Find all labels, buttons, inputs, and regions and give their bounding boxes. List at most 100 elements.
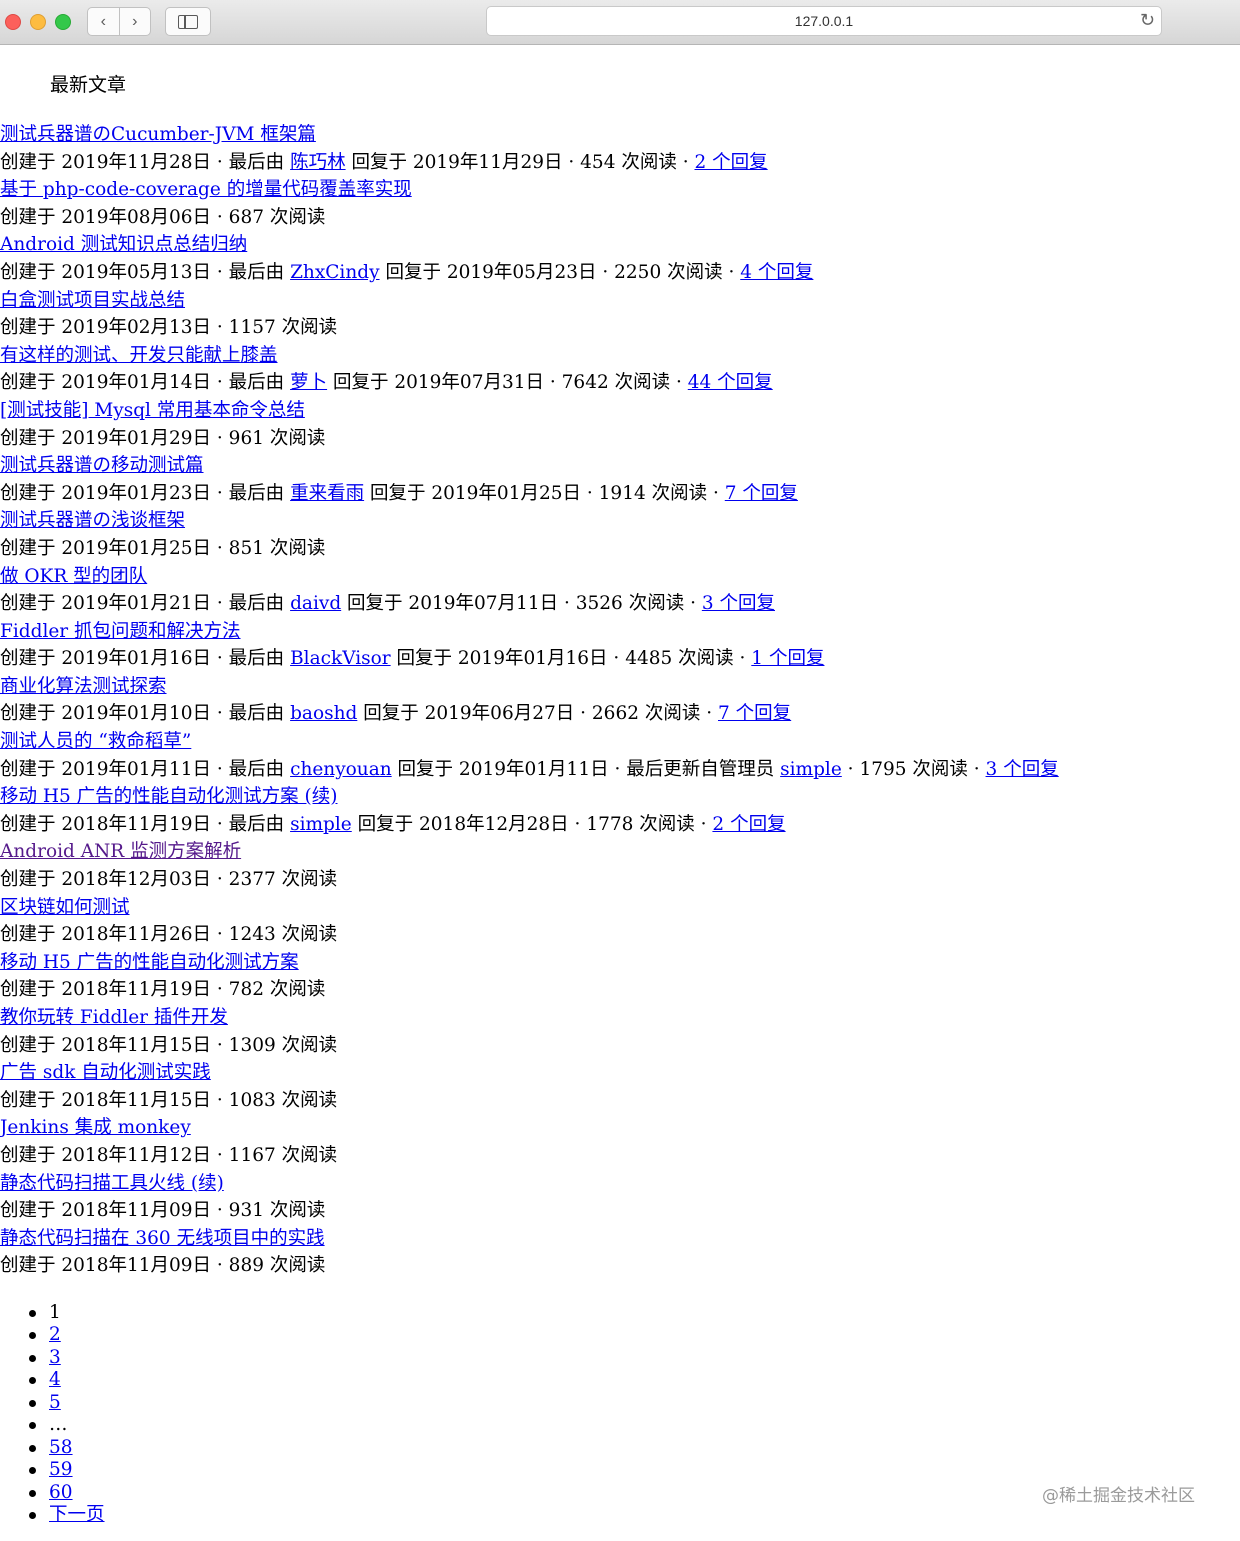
address-bar[interactable]: 127.0.0.1 ↻	[486, 6, 1162, 36]
article-item: 静态代码扫描工具火线 (续) 创建于 2018年11月09日 · 931 次阅读	[0, 1170, 1240, 1225]
pagination-item: 5	[29, 1392, 1240, 1415]
article-title-link[interactable]: 广告 sdk 自动化测试实践	[0, 1062, 211, 1083]
article-title-link[interactable]: 移动 H5 广告的性能自动化测试方案	[0, 952, 299, 973]
pagination-item: 3	[29, 1347, 1240, 1370]
article-title-link[interactable]: Android ANR 监测方案解析	[0, 841, 241, 862]
article-title-link[interactable]: 静态代码扫描工具火线 (续)	[0, 1173, 224, 1194]
reply-count-link[interactable]: 7 个回复	[725, 483, 798, 504]
back-icon[interactable]: ‹	[88, 8, 119, 35]
article-reply-info: 回复于 2019年01月11日 · 最后更新自管理员	[391, 758, 781, 780]
article-item: 广告 sdk 自动化测试实践创建于 2018年11月15日 · 1083 次阅读	[0, 1059, 1240, 1114]
article-meta: 创建于 2019年01月25日 · 851 次阅读	[0, 535, 1240, 563]
page-link[interactable]: 58	[49, 1437, 73, 1458]
article-title-link[interactable]: 基于 php-code-coverage 的增量代码覆盖率实现	[0, 179, 412, 200]
page-link[interactable]: 下一页	[49, 1504, 105, 1525]
article-title-link[interactable]: 测试人员的 “救命稻草”	[0, 731, 191, 752]
article-title-link[interactable]: 做 OKR 型的团队	[0, 566, 147, 587]
page-link[interactable]: 60	[49, 1482, 73, 1503]
article-item: 做 OKR 型的团队 创建于 2019年01月21日 · 最后由 daivd 回复…	[0, 563, 1240, 618]
page-link[interactable]: 59	[49, 1459, 73, 1480]
article-title-link[interactable]: 区块链如何测试	[0, 897, 130, 918]
article-item: 移动 H5 广告的性能自动化测试方案创建于 2018年11月19日 · 782 …	[0, 949, 1240, 1004]
minimize-window-icon[interactable]	[30, 14, 46, 30]
article-title-link[interactable]: 教你玩转 Fiddler 插件开发	[0, 1007, 228, 1028]
reply-count-link[interactable]: 7 个回复	[718, 703, 791, 724]
sidebar-icon	[178, 14, 198, 29]
article-item: [测试技能] Mysql 常用基本命令总结 创建于 2019年01月29日 · 9…	[0, 397, 1240, 452]
article-title-link[interactable]: Jenkins 集成 monkey	[0, 1117, 191, 1138]
reload-icon[interactable]: ↻	[1140, 10, 1155, 31]
article-created: 创建于 2019年01月25日 · 851 次阅读	[0, 537, 326, 559]
last-reply-user-link[interactable]: 重来看雨	[290, 483, 364, 504]
article-title-row: 教你玩转 Fiddler 插件开发	[0, 1004, 1240, 1032]
pagination-item: 59	[29, 1459, 1240, 1482]
article-title-link[interactable]: Android 测试知识点总结归纳	[0, 234, 247, 255]
article-reply-info: 回复于 2019年07月31日 · 7642 次阅读 ·	[327, 372, 688, 394]
article-title-link[interactable]: 移动 H5 广告的性能自动化测试方案 (续)	[0, 786, 337, 807]
page-current: …	[49, 1414, 68, 1436]
admin-user-link[interactable]: simple	[780, 759, 842, 780]
article-title-link[interactable]: 静态代码扫描在 360 无线项目中的实践	[0, 1228, 325, 1249]
article-item: 测试人员的 “救命稻草” 创建于 2019年01月11日 · 最后由 chenyo…	[0, 728, 1240, 783]
reply-count-link[interactable]: 44 个回复	[688, 372, 773, 393]
article-title-link[interactable]: 白盒测试项目实战总结	[0, 290, 185, 311]
page-link[interactable]: 3	[49, 1347, 61, 1368]
article-title-link[interactable]: 商业化算法测试探索	[0, 676, 167, 697]
article-meta: 创建于 2019年11月28日 · 最后由 陈巧林 回复于 2019年11月29…	[0, 149, 1240, 177]
article-reply-info: 回复于 2019年01月16日 · 4485 次阅读 ·	[390, 648, 752, 670]
article-created: 创建于 2019年02月13日 · 1157 次阅读	[0, 317, 338, 339]
page-heading: 最新文章	[50, 74, 127, 96]
article-title-link[interactable]: [测试技能] Mysql 常用基本命令总结	[0, 400, 305, 421]
last-reply-user-link[interactable]: simple	[290, 814, 352, 835]
reply-count-link[interactable]: 3 个回复	[702, 593, 775, 614]
reply-count-link[interactable]: 4 个回复	[740, 262, 813, 283]
close-window-icon[interactable]	[5, 14, 21, 30]
article-created: 创建于 2018年11月09日 · 889 次阅读	[0, 1255, 326, 1277]
article-meta: 创建于 2018年11月12日 · 1167 次阅读	[0, 1142, 1240, 1170]
article-title-row: Jenkins 集成 monkey	[0, 1114, 1240, 1142]
article-item: Fiddler 抓包问题和解决方法 创建于 2019年01月16日 · 最后由 B…	[0, 618, 1240, 673]
article-created: 创建于 2019年11月28日 · 最后由	[0, 151, 291, 173]
article-title-link[interactable]: Fiddler 抓包问题和解决方法	[0, 621, 241, 642]
last-reply-user-link[interactable]: 陈巧林	[290, 152, 346, 173]
last-reply-user-link[interactable]: 萝卜	[290, 372, 327, 393]
page-link[interactable]: 4	[49, 1369, 61, 1390]
pagination-item: …	[29, 1414, 1240, 1437]
article-title-row: 做 OKR 型的团队	[0, 563, 1240, 591]
article-title-link[interactable]: 测试兵器谱の移动测试篇	[0, 455, 204, 476]
last-reply-user-link[interactable]: chenyouan	[290, 759, 392, 780]
article-reply-info: 回复于 2019年07月11日 · 3526 次阅读 ·	[341, 593, 702, 615]
last-reply-user-link[interactable]: daivd	[290, 593, 341, 614]
article-title-row: 测试兵器谱の浅谈框架	[0, 507, 1240, 535]
article-meta: 创建于 2018年11月15日 · 1083 次阅读	[0, 1087, 1240, 1115]
article-item: Android 测试知识点总结归纳 创建于 2019年05月13日 · 最后由 Z…	[0, 231, 1240, 286]
reply-count-link[interactable]: 2 个回复	[695, 152, 768, 173]
article-title-row: 测试兵器谱のCucumber-JVM 框架篇	[0, 121, 1240, 149]
article-item: 白盒测试项目实战总结创建于 2019年02月13日 · 1157 次阅读	[0, 287, 1240, 342]
last-reply-user-link[interactable]: ZhxCindy	[290, 262, 379, 283]
last-reply-user-link[interactable]: BlackVisor	[290, 648, 391, 669]
article-item: 基于 php-code-coverage 的增量代码覆盖率实现 创建于 2019年…	[0, 176, 1240, 231]
article-created: 创建于 2018年11月12日 · 1167 次阅读	[0, 1144, 338, 1166]
article-meta: 创建于 2019年01月10日 · 最后由 baoshd 回复于 2019年06…	[0, 700, 1240, 728]
sidebar-toggle-button[interactable]	[165, 7, 211, 36]
article-created: 创建于 2018年11月19日 · 782 次阅读	[0, 979, 326, 1001]
article-title-link[interactable]: 有这样的测试、开发只能献上膝盖	[0, 345, 278, 366]
article-created: 创建于 2019年01月29日 · 961 次阅读	[0, 427, 326, 449]
page-link[interactable]: 2	[49, 1324, 61, 1345]
article-item: Android ANR 监测方案解析 创建于 2018年12月03日 · 2377…	[0, 838, 1240, 893]
article-title-link[interactable]: 测试兵器谱のCucumber-JVM 框架篇	[0, 124, 316, 145]
article-title-link[interactable]: 测试兵器谱の浅谈框架	[0, 510, 185, 531]
page-link[interactable]: 5	[49, 1392, 61, 1413]
last-reply-user-link[interactable]: baoshd	[290, 703, 357, 724]
reply-count-link[interactable]: 3 个回复	[986, 759, 1059, 780]
article-meta: 创建于 2018年11月19日 · 最后由 simple 回复于 2018年12…	[0, 811, 1240, 839]
reply-count-link[interactable]: 1 个回复	[751, 648, 824, 669]
zoom-window-icon[interactable]	[55, 14, 71, 30]
article-created: 创建于 2019年01月23日 · 最后由	[0, 482, 291, 504]
pagination-item: 1	[29, 1302, 1240, 1325]
forward-icon[interactable]: ›	[118, 8, 151, 35]
pagination-item: 4	[29, 1369, 1240, 1392]
article-meta: 创建于 2018年11月19日 · 782 次阅读	[0, 976, 1240, 1004]
reply-count-link[interactable]: 2 个回复	[712, 814, 785, 835]
